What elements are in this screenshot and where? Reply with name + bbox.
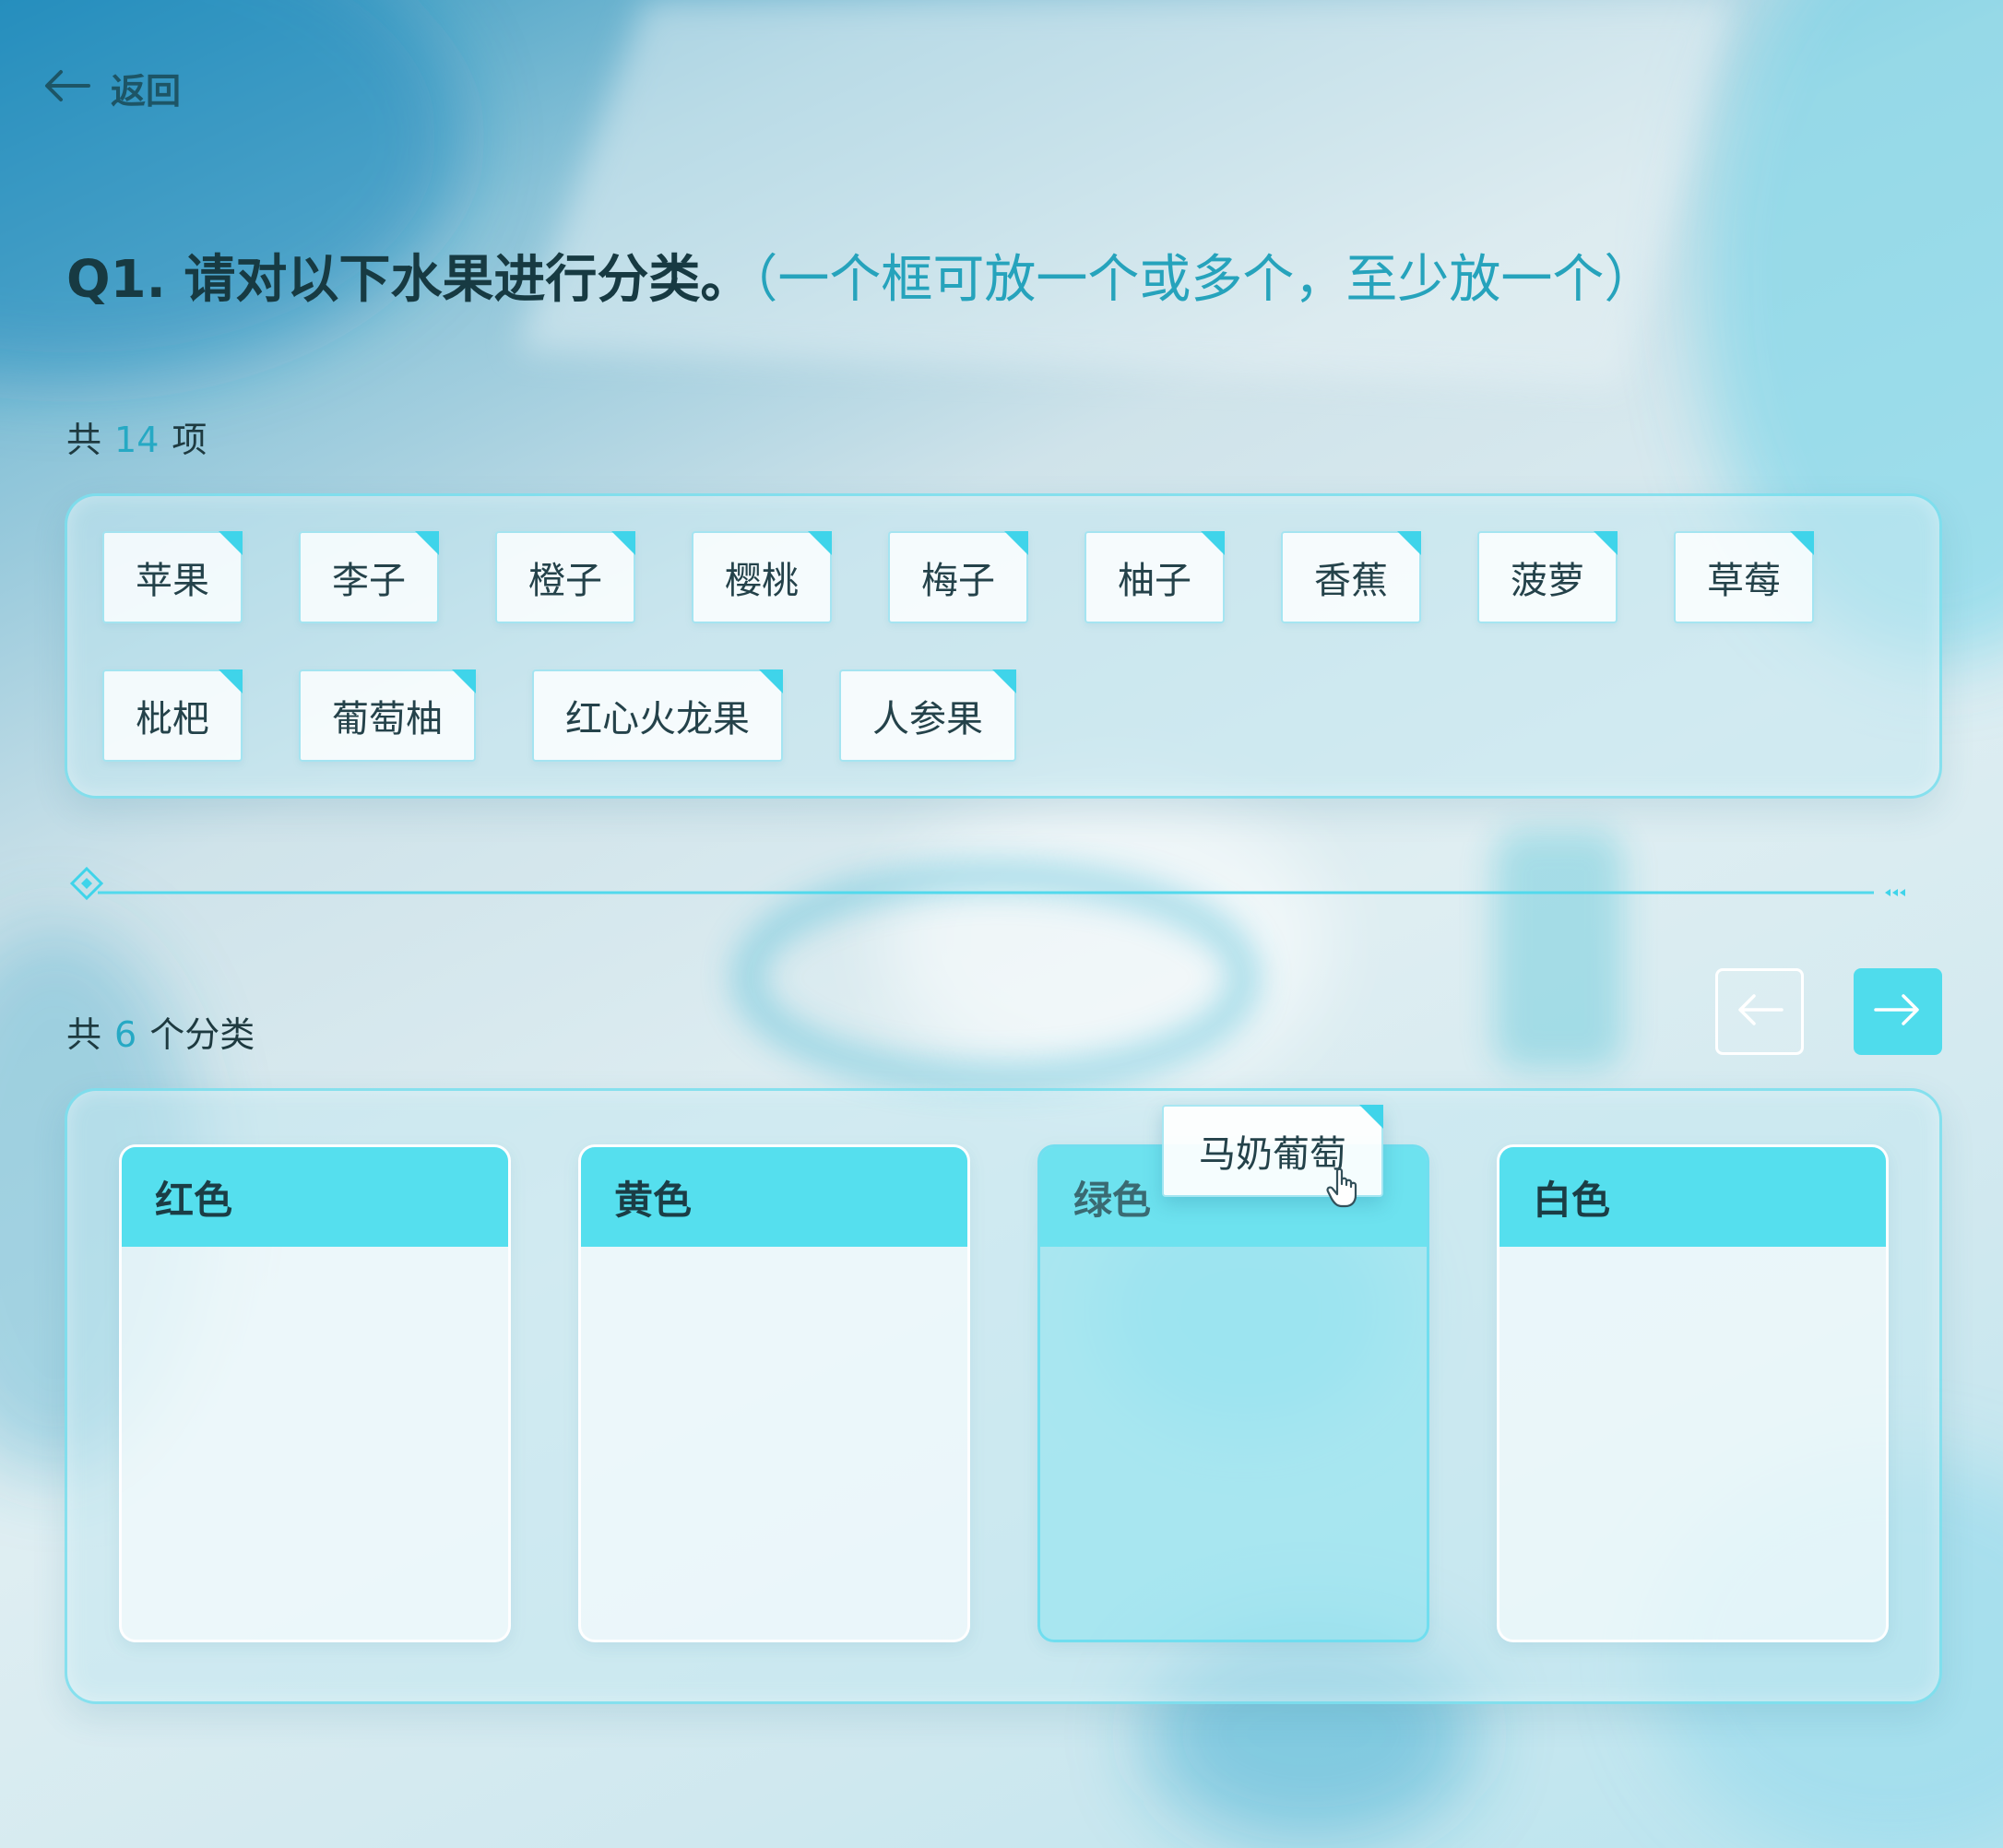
- prev-page-button[interactable]: [1715, 968, 1804, 1055]
- question-title: Q1. 请对以下水果进行分类。（一个框可放一个或多个，至少放一个）: [66, 238, 1655, 313]
- item-chip[interactable]: 樱桃: [692, 531, 832, 623]
- item-chip[interactable]: 枇杷: [102, 669, 243, 762]
- item-chip[interactable]: 李子: [299, 531, 439, 623]
- arrow-left-icon: [1736, 991, 1784, 1032]
- question-hint: （一个框可放一个或多个，至少放一个）: [752, 250, 1656, 310]
- category-box-yellow[interactable]: 黄色: [578, 1144, 970, 1642]
- arrow-right-icon: [1874, 991, 1922, 1032]
- category-title: 黄色: [581, 1147, 967, 1247]
- item-chip[interactable]: 葡萄柚: [299, 669, 476, 762]
- drop-zone[interactable]: [1499, 1247, 1886, 1640]
- section-divider: [66, 865, 1911, 902]
- categories-count: 共 6 个分类: [66, 1006, 267, 1057]
- item-chip[interactable]: 香蕉: [1281, 531, 1421, 623]
- category-box-green[interactable]: 绿色: [1037, 1144, 1429, 1642]
- next-page-button[interactable]: [1854, 968, 1942, 1055]
- drop-zone[interactable]: [122, 1247, 508, 1640]
- category-list: 红色 黄色 绿色 白色: [119, 1144, 1889, 1642]
- item-list: 苹果 李子 橙子 樱桃 梅子 柚子 香蕉 菠萝 草莓 枇杷 葡萄柚 红心火龙果 …: [102, 531, 1910, 762]
- drop-zone[interactable]: [581, 1247, 967, 1640]
- category-panel: 红色 黄色 绿色 白色: [65, 1088, 1942, 1704]
- items-count-number: 14: [114, 420, 160, 460]
- category-title: 白色: [1499, 1147, 1886, 1247]
- item-chip[interactable]: 梅子: [888, 531, 1028, 623]
- category-title: 红色: [122, 1147, 508, 1247]
- item-chip[interactable]: 苹果: [102, 531, 243, 623]
- back-label: 返回: [111, 70, 182, 112]
- hand-pointer-icon: [1326, 1167, 1361, 1212]
- categories-count-number: 6: [114, 1014, 137, 1055]
- category-box-white[interactable]: 白色: [1497, 1144, 1889, 1642]
- items-count-suffix: 项: [172, 420, 207, 460]
- arrow-left-icon: [42, 67, 90, 108]
- item-chip[interactable]: 人参果: [839, 669, 1016, 762]
- question-text: Q1. 请对以下水果进行分类。: [66, 250, 753, 310]
- item-chip[interactable]: 柚子: [1084, 531, 1225, 623]
- back-button[interactable]: 返回: [42, 65, 182, 112]
- drop-zone[interactable]: [1040, 1247, 1427, 1640]
- item-chip[interactable]: 红心火龙果: [532, 669, 783, 762]
- categories-count-suffix: 个分类: [149, 1014, 255, 1055]
- item-chip[interactable]: 草莓: [1674, 531, 1814, 623]
- items-count: 共 14 项: [66, 411, 219, 462]
- category-box-red[interactable]: 红色: [119, 1144, 511, 1642]
- item-pool: 苹果 李子 橙子 樱桃 梅子 柚子 香蕉 菠萝 草莓 枇杷 葡萄柚 红心火龙果 …: [65, 493, 1942, 799]
- item-chip[interactable]: 菠萝: [1477, 531, 1618, 623]
- categories-count-prefix: 共: [66, 1014, 102, 1055]
- item-chip[interactable]: 橙子: [495, 531, 635, 623]
- items-count-prefix: 共: [66, 420, 102, 460]
